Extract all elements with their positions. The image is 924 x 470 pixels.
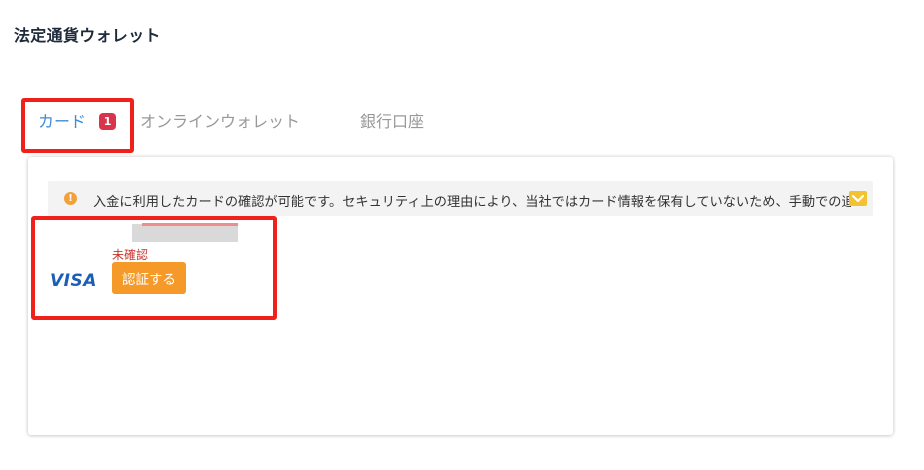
info-notice: ! 入金に利用したカードの確認が可能です。セキュリティ上の理由により、当社ではカ… [48, 181, 873, 216]
notice-text: 入金に利用したカードの確認が可能です。セキュリティ上の理由により、当社ではカード… [93, 195, 851, 210]
status-unverified: 未確認 [112, 248, 149, 262]
tab-card-label: カード [38, 112, 87, 131]
tab-online-wallet-label: オンラインウォレット [140, 112, 301, 131]
page-title: 法定通貨ウォレット [14, 26, 161, 45]
info-icon: ! [64, 192, 77, 205]
verify-button[interactable]: 認証する [112, 262, 186, 294]
tab-online-wallet[interactable]: オンラインウォレット [140, 100, 300, 146]
card-entry: VISA 未確認 認証する [28, 219, 288, 319]
tab-bank-account-label: 銀行口座 [360, 112, 425, 131]
card-panel: ! 入金に利用したカードの確認が可能です。セキュリティ上の理由により、当社ではカ… [28, 157, 893, 435]
tab-card[interactable]: カード 1 [38, 100, 117, 146]
masked-card-number [132, 224, 238, 242]
expand-notice-button[interactable] [849, 191, 867, 206]
chevron-down-icon [851, 194, 865, 203]
visa-logo: VISA [50, 271, 97, 291]
masked-card-mark [142, 223, 238, 226]
tab-card-badge: 1 [99, 113, 117, 130]
fiat-wallet-page: 法定通貨ウォレット カード 1 オンラインウォレット 銀行口座 ! 入金に利用した… [0, 0, 924, 470]
tab-bank-account[interactable]: 銀行口座 [360, 100, 424, 146]
